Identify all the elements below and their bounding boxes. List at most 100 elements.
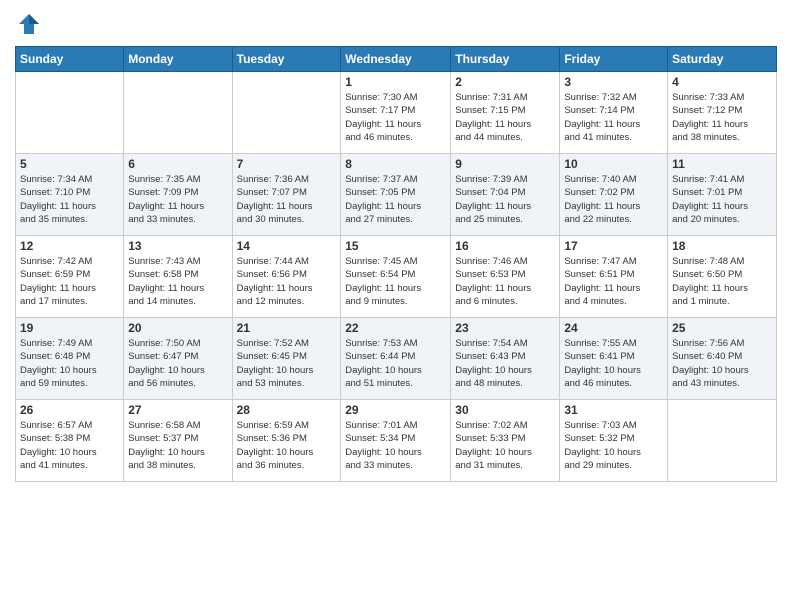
calendar-cell xyxy=(124,72,232,154)
header xyxy=(15,10,777,38)
day-info: Sunrise: 6:59 AM Sunset: 5:36 PM Dayligh… xyxy=(237,419,337,472)
calendar-cell: 24Sunrise: 7:55 AM Sunset: 6:41 PM Dayli… xyxy=(560,318,668,400)
calendar-week-3: 12 Sunrise: 7:42 AM Sunset: 6:59 PM Dayli… xyxy=(16,236,777,318)
weekday-header-friday: Friday xyxy=(560,47,668,72)
day-number: 21 xyxy=(237,321,337,335)
day-info: Sunrise: 7:42 AM Sunset: 6:59 PM Dayligh… xyxy=(20,255,119,308)
calendar-week-5: 26 Sunrise: 6:57 AM Sunset: 5:38 PM Dayli… xyxy=(16,400,777,482)
day-number: 10 xyxy=(564,157,663,171)
calendar-cell: 13 Sunrise: 7:43 AM Sunset: 6:58 PM Dayli… xyxy=(124,236,232,318)
day-number: 5 xyxy=(20,157,119,171)
day-number: 19 xyxy=(20,321,119,335)
day-info: Sunrise: 7:35 AM Sunset: 7:09 PM Dayligh… xyxy=(128,173,227,226)
calendar-cell: 1 Sunrise: 7:30 AM Sunset: 7:17 PM Daylig… xyxy=(341,72,451,154)
calendar-table: SundayMondayTuesdayWednesdayThursdayFrid… xyxy=(15,46,777,482)
day-number: 14 xyxy=(237,239,337,253)
day-number: 28 xyxy=(237,403,337,417)
day-number: 22 xyxy=(345,321,446,335)
calendar-week-4: 19 Sunrise: 7:49 AM Sunset: 6:48 PM Dayli… xyxy=(16,318,777,400)
page: SundayMondayTuesdayWednesdayThursdayFrid… xyxy=(0,0,792,612)
calendar-cell: 8Sunrise: 7:37 AM Sunset: 7:05 PM Daylig… xyxy=(341,154,451,236)
calendar-cell: 28 Sunrise: 6:59 AM Sunset: 5:36 PM Dayli… xyxy=(232,400,341,482)
day-info: Sunrise: 7:44 AM Sunset: 6:56 PM Dayligh… xyxy=(237,255,337,308)
day-number: 25 xyxy=(672,321,772,335)
weekday-row: SundayMondayTuesdayWednesdayThursdayFrid… xyxy=(16,47,777,72)
day-info: Sunrise: 7:45 AM Sunset: 6:54 PM Dayligh… xyxy=(345,255,446,308)
day-number: 20 xyxy=(128,321,227,335)
day-info: Sunrise: 7:43 AM Sunset: 6:58 PM Dayligh… xyxy=(128,255,227,308)
day-info: Sunrise: 7:01 AM Sunset: 5:34 PM Dayligh… xyxy=(345,419,446,472)
calendar-cell: 27Sunrise: 6:58 AM Sunset: 5:37 PM Dayli… xyxy=(124,400,232,482)
calendar-week-1: 1 Sunrise: 7:30 AM Sunset: 7:17 PM Daylig… xyxy=(16,72,777,154)
calendar-cell: 30 Sunrise: 7:02 AM Sunset: 5:33 PM Dayli… xyxy=(451,400,560,482)
day-info: Sunrise: 7:30 AM Sunset: 7:17 PM Dayligh… xyxy=(345,91,446,144)
calendar-cell: 31Sunrise: 7:03 AM Sunset: 5:32 PM Dayli… xyxy=(560,400,668,482)
day-info: Sunrise: 7:34 AM Sunset: 7:10 PM Dayligh… xyxy=(20,173,119,226)
day-number: 30 xyxy=(455,403,555,417)
day-number: 15 xyxy=(345,239,446,253)
day-info: Sunrise: 7:46 AM Sunset: 6:53 PM Dayligh… xyxy=(455,255,555,308)
calendar-cell: 10 Sunrise: 7:40 AM Sunset: 7:02 PM Dayli… xyxy=(560,154,668,236)
calendar-cell xyxy=(232,72,341,154)
calendar-cell: 15 Sunrise: 7:45 AM Sunset: 6:54 PM Dayli… xyxy=(341,236,451,318)
day-number: 9 xyxy=(455,157,555,171)
calendar-week-2: 5 Sunrise: 7:34 AM Sunset: 7:10 PM Daylig… xyxy=(16,154,777,236)
day-number: 6 xyxy=(128,157,227,171)
day-info: Sunrise: 7:56 AM Sunset: 6:40 PM Dayligh… xyxy=(672,337,772,390)
day-number: 23 xyxy=(455,321,555,335)
day-number: 11 xyxy=(672,157,772,171)
calendar-header: SundayMondayTuesdayWednesdayThursdayFrid… xyxy=(16,47,777,72)
calendar-cell: 14 Sunrise: 7:44 AM Sunset: 6:56 PM Dayli… xyxy=(232,236,341,318)
day-number: 17 xyxy=(564,239,663,253)
day-number: 24 xyxy=(564,321,663,335)
day-number: 3 xyxy=(564,75,663,89)
day-number: 29 xyxy=(345,403,446,417)
weekday-header-sunday: Sunday xyxy=(16,47,124,72)
calendar-cell: 25 Sunrise: 7:56 AM Sunset: 6:40 PM Dayli… xyxy=(668,318,777,400)
day-number: 26 xyxy=(20,403,119,417)
day-info: Sunrise: 7:39 AM Sunset: 7:04 PM Dayligh… xyxy=(455,173,555,226)
calendar-cell: 6 Sunrise: 7:35 AM Sunset: 7:09 PM Daylig… xyxy=(124,154,232,236)
day-info: Sunrise: 7:50 AM Sunset: 6:47 PM Dayligh… xyxy=(128,337,227,390)
day-number: 1 xyxy=(345,75,446,89)
day-info: Sunrise: 7:40 AM Sunset: 7:02 PM Dayligh… xyxy=(564,173,663,226)
day-number: 13 xyxy=(128,239,227,253)
day-number: 16 xyxy=(455,239,555,253)
logo-icon xyxy=(15,10,43,38)
weekday-header-tuesday: Tuesday xyxy=(232,47,341,72)
day-number: 12 xyxy=(20,239,119,253)
calendar-cell: 19 Sunrise: 7:49 AM Sunset: 6:48 PM Dayli… xyxy=(16,318,124,400)
calendar-cell: 7 Sunrise: 7:36 AM Sunset: 7:07 PM Daylig… xyxy=(232,154,341,236)
day-info: Sunrise: 7:47 AM Sunset: 6:51 PM Dayligh… xyxy=(564,255,663,308)
day-info: Sunrise: 7:41 AM Sunset: 7:01 PM Dayligh… xyxy=(672,173,772,226)
calendar-cell: 2Sunrise: 7:31 AM Sunset: 7:15 PM Daylig… xyxy=(451,72,560,154)
calendar-cell: 17 Sunrise: 7:47 AM Sunset: 6:51 PM Dayli… xyxy=(560,236,668,318)
calendar-cell: 11 Sunrise: 7:41 AM Sunset: 7:01 PM Dayli… xyxy=(668,154,777,236)
calendar-cell: 18Sunrise: 7:48 AM Sunset: 6:50 PM Dayli… xyxy=(668,236,777,318)
day-number: 7 xyxy=(237,157,337,171)
day-info: Sunrise: 7:32 AM Sunset: 7:14 PM Dayligh… xyxy=(564,91,663,144)
day-info: Sunrise: 7:48 AM Sunset: 6:50 PM Dayligh… xyxy=(672,255,772,308)
calendar-body: 1 Sunrise: 7:30 AM Sunset: 7:17 PM Daylig… xyxy=(16,72,777,482)
day-info: Sunrise: 7:36 AM Sunset: 7:07 PM Dayligh… xyxy=(237,173,337,226)
day-info: Sunrise: 6:58 AM Sunset: 5:37 PM Dayligh… xyxy=(128,419,227,472)
day-info: Sunrise: 7:33 AM Sunset: 7:12 PM Dayligh… xyxy=(672,91,772,144)
calendar-cell: 12 Sunrise: 7:42 AM Sunset: 6:59 PM Dayli… xyxy=(16,236,124,318)
day-number: 2 xyxy=(455,75,555,89)
day-info: Sunrise: 7:49 AM Sunset: 6:48 PM Dayligh… xyxy=(20,337,119,390)
day-info: Sunrise: 7:53 AM Sunset: 6:44 PM Dayligh… xyxy=(345,337,446,390)
calendar-cell: 9 Sunrise: 7:39 AM Sunset: 7:04 PM Daylig… xyxy=(451,154,560,236)
calendar-cell xyxy=(16,72,124,154)
calendar-cell: 16 Sunrise: 7:46 AM Sunset: 6:53 PM Dayli… xyxy=(451,236,560,318)
calendar-cell: 20 Sunrise: 7:50 AM Sunset: 6:47 PM Dayli… xyxy=(124,318,232,400)
calendar-cell: 21Sunrise: 7:52 AM Sunset: 6:45 PM Dayli… xyxy=(232,318,341,400)
day-info: Sunrise: 6:57 AM Sunset: 5:38 PM Dayligh… xyxy=(20,419,119,472)
weekday-header-wednesday: Wednesday xyxy=(341,47,451,72)
calendar-cell: 29 Sunrise: 7:01 AM Sunset: 5:34 PM Dayli… xyxy=(341,400,451,482)
weekday-header-saturday: Saturday xyxy=(668,47,777,72)
weekday-header-thursday: Thursday xyxy=(451,47,560,72)
calendar-cell xyxy=(668,400,777,482)
calendar-cell: 3 Sunrise: 7:32 AM Sunset: 7:14 PM Daylig… xyxy=(560,72,668,154)
day-number: 31 xyxy=(564,403,663,417)
day-info: Sunrise: 7:02 AM Sunset: 5:33 PM Dayligh… xyxy=(455,419,555,472)
